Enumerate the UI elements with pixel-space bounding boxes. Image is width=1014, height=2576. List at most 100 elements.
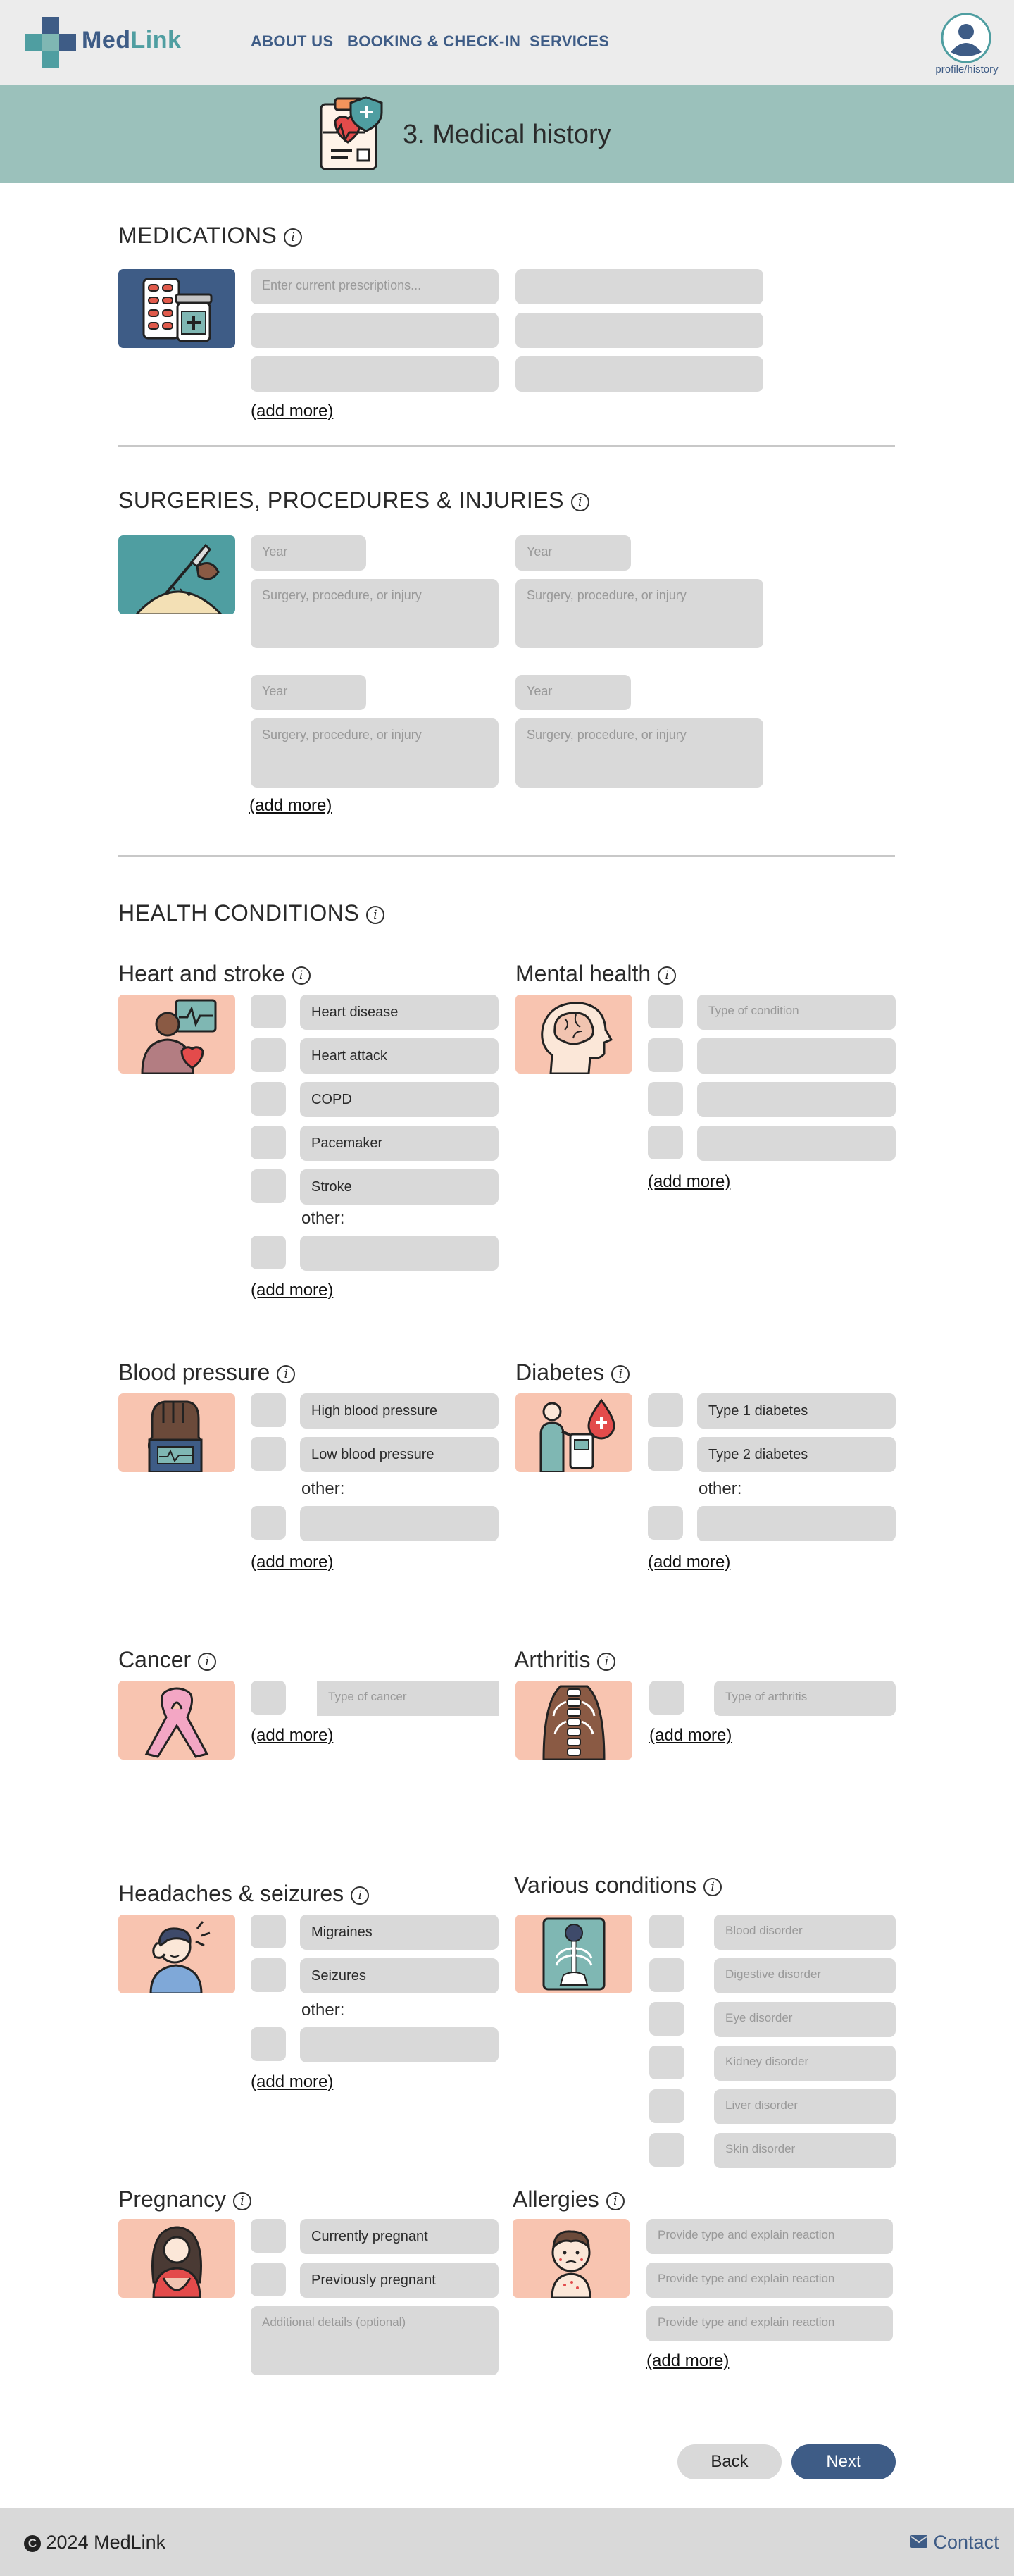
type-2-diabetes-checkbox[interactable]	[648, 1437, 683, 1471]
mental-health-checkbox[interactable]	[648, 1082, 683, 1116]
allergy-input[interactable]: Provide type and explain reaction	[646, 2263, 893, 2298]
eye-disorder-checkbox[interactable]	[649, 2002, 684, 2036]
liver-disorder-checkbox[interactable]	[649, 2089, 684, 2123]
pregnancy-heading: Pregnancy i	[118, 2186, 251, 2213]
surgery-year-input[interactable]: Year	[515, 675, 631, 710]
info-icon[interactable]: i	[658, 966, 677, 985]
back-button[interactable]: Back	[677, 2444, 782, 2479]
nav-booking-checkin[interactable]: BOOKING & CHECK-IN	[347, 32, 520, 51]
health-conditions-heading: HEALTH CONDITIONS i	[118, 900, 385, 926]
allergy-input[interactable]: Provide type and explain reaction	[646, 2219, 893, 2254]
info-icon[interactable]: i	[351, 1886, 370, 1905]
headache-other-checkbox[interactable]	[251, 2027, 286, 2061]
headaches-add-more-link[interactable]: (add more)	[251, 2072, 333, 2092]
low-blood-pressure-checkbox[interactable]	[251, 1437, 286, 1471]
skin-disorder-checkbox[interactable]	[649, 2133, 684, 2167]
cancer-checkbox[interactable]	[251, 1681, 286, 1715]
surgeries-add-more-link[interactable]: (add more)	[249, 796, 332, 816]
cancer-type-input[interactable]: Type of cancer	[317, 1681, 499, 1716]
heart-attack-checkbox[interactable]	[251, 1038, 286, 1072]
surgery-description-input[interactable]: Surgery, procedure, or injury	[251, 579, 499, 648]
headache-other-input[interactable]	[300, 2027, 499, 2062]
info-icon[interactable]: i	[703, 1877, 722, 1896]
blood-disorder-checkbox[interactable]	[649, 1915, 684, 1948]
type-1-diabetes-checkbox[interactable]	[648, 1393, 683, 1427]
brand-logo[interactable]: MedLink	[82, 27, 181, 54]
info-icon[interactable]: i	[277, 1364, 296, 1383]
nav-about-us[interactable]: ABOUT US	[251, 32, 333, 51]
surgery-description-input[interactable]: Surgery, procedure, or injury	[251, 718, 499, 788]
mental-condition-input[interactable]	[697, 1082, 896, 1117]
surgeries-heading: SURGERIES, PROCEDURES & INJURIES i	[118, 487, 589, 514]
medications-add-more-link[interactable]: (add more)	[251, 402, 333, 421]
currently-pregnant-checkbox[interactable]	[251, 2219, 286, 2253]
surgery-description-input[interactable]: Surgery, procedure, or injury	[515, 718, 763, 788]
diabetes-add-more-link[interactable]: (add more)	[648, 1553, 730, 1572]
surgery-year-input[interactable]: Year	[515, 535, 631, 571]
arthritis-add-more-link[interactable]: (add more)	[649, 1726, 732, 1746]
info-icon[interactable]: i	[597, 1652, 616, 1671]
mental-health-checkbox[interactable]	[648, 1126, 683, 1159]
heart-other-checkbox[interactable]	[251, 1236, 286, 1269]
allergies-add-more-link[interactable]: (add more)	[646, 2351, 729, 2371]
medication-input[interactable]	[515, 269, 763, 304]
mental-health-heading: Mental health i	[515, 961, 677, 987]
info-icon[interactable]: i	[198, 1652, 217, 1671]
mental-add-more-link[interactable]: (add more)	[648, 1172, 730, 1192]
medication-input[interactable]	[515, 313, 763, 348]
arthritis-checkbox[interactable]	[649, 1681, 684, 1715]
kidney-disorder-checkbox[interactable]	[649, 2046, 684, 2079]
info-icon[interactable]: i	[571, 492, 589, 511]
section-divider	[118, 855, 895, 857]
diabetes-other-input[interactable]	[697, 1506, 896, 1541]
allergic-child-icon	[513, 2219, 630, 2298]
info-icon[interactable]: i	[366, 905, 385, 924]
arthritis-type-input[interactable]: Type of arthritis	[714, 1681, 896, 1716]
medication-input[interactable]	[515, 356, 763, 392]
high-blood-pressure-checkbox[interactable]	[251, 1393, 286, 1427]
medication-input[interactable]: Enter current prescriptions...	[251, 269, 499, 304]
info-icon[interactable]: i	[232, 2191, 251, 2210]
blood-other-input[interactable]	[300, 1506, 499, 1541]
blood-other-checkbox[interactable]	[251, 1506, 286, 1540]
other-label: other:	[301, 1209, 345, 1228]
cancer-add-more-link[interactable]: (add more)	[251, 1726, 333, 1746]
allergy-input[interactable]: Provide type and explain reaction	[646, 2306, 893, 2341]
info-icon[interactable]: i	[284, 228, 303, 247]
info-icon[interactable]: i	[611, 1364, 630, 1383]
stroke-checkbox[interactable]	[251, 1169, 286, 1203]
copd-checkbox[interactable]	[251, 1082, 286, 1116]
heart-monitor-icon	[118, 995, 235, 1074]
mental-condition-input[interactable]: Type of condition	[697, 995, 896, 1030]
mental-condition-input[interactable]	[697, 1126, 896, 1161]
surgery-year-input[interactable]: Year	[251, 535, 366, 571]
profile-avatar-icon[interactable]	[941, 13, 991, 63]
mental-condition-input[interactable]	[697, 1038, 896, 1074]
copyright-icon: C	[24, 2535, 41, 2552]
pregnancy-details-input[interactable]: Additional details (optional)	[251, 2306, 499, 2375]
next-button[interactable]: Next	[791, 2444, 896, 2479]
nav-services[interactable]: SERVICES	[530, 32, 609, 51]
medication-input[interactable]	[251, 313, 499, 348]
heart-disease-checkbox[interactable]	[251, 995, 286, 1028]
diabetes-other-checkbox[interactable]	[648, 1506, 683, 1540]
heart-other-input[interactable]	[300, 1236, 499, 1271]
medication-input[interactable]	[251, 356, 499, 392]
surgery-year-input[interactable]: Year	[251, 675, 366, 710]
info-icon[interactable]: i	[606, 2191, 625, 2210]
scalpel-icon	[118, 535, 235, 614]
pacemaker-checkbox[interactable]	[251, 1126, 286, 1159]
mental-health-checkbox[interactable]	[648, 1038, 683, 1072]
mental-health-checkbox[interactable]	[648, 995, 683, 1028]
medlink-logo-icon[interactable]	[25, 17, 76, 68]
blood-add-more-link[interactable]: (add more)	[251, 1553, 333, 1572]
info-icon[interactable]: i	[292, 966, 311, 985]
profile-history-link[interactable]: profile/history	[928, 63, 1006, 75]
digestive-disorder-checkbox[interactable]	[649, 1958, 684, 1992]
contact-link[interactable]: Contact	[910, 2532, 999, 2553]
previously-pregnant-checkbox[interactable]	[251, 2263, 286, 2296]
heart-add-more-link[interactable]: (add more)	[251, 1281, 333, 1300]
surgery-description-input[interactable]: Surgery, procedure, or injury	[515, 579, 763, 648]
migraines-checkbox[interactable]	[251, 1915, 286, 1948]
seizures-checkbox[interactable]	[251, 1958, 286, 1992]
